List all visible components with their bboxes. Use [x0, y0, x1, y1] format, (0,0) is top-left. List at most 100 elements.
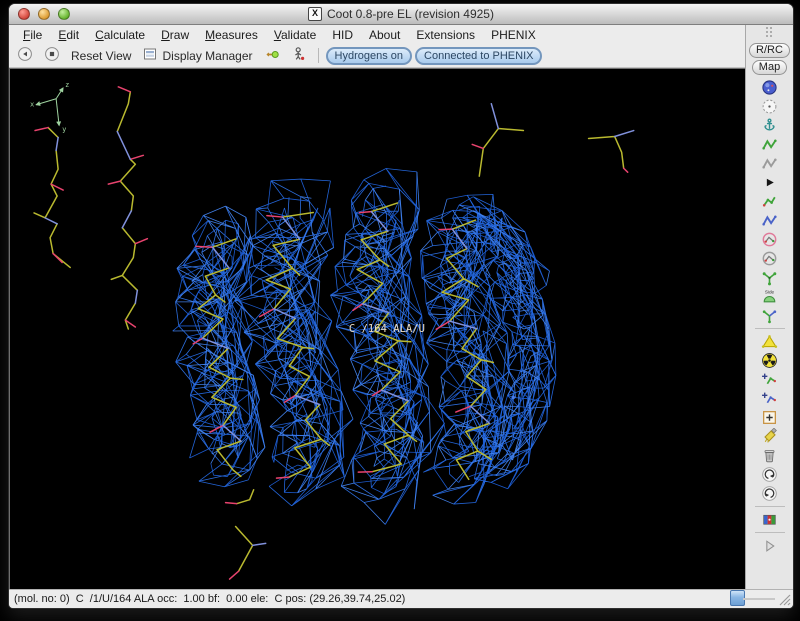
- window-controls: [18, 8, 70, 20]
- menu-item-extensions[interactable]: Extensions: [408, 26, 483, 44]
- stop-circle-icon: [44, 46, 60, 65]
- status-text: (mol. no: 0) C /1/U/164 ALA occ: 1.00 bf…: [14, 593, 405, 605]
- post-manipulation-sphere-icon: [761, 79, 778, 96]
- go-to-ligand-button[interactable]: [260, 45, 284, 66]
- back-view-button[interactable]: [13, 45, 37, 66]
- validation-figure-button[interactable]: [287, 45, 311, 66]
- redo-icon: [761, 485, 778, 502]
- mutate-and-autofit-icon: [761, 352, 778, 369]
- coot-window: X Coot 0.8-pre EL (revision 4925) FileEd…: [8, 3, 794, 609]
- menu-item-edit[interactable]: Edit: [50, 26, 87, 44]
- clean-brush-button[interactable]: [758, 427, 782, 446]
- 3d-viewport[interactable]: x y z C /164 ALA/U: [10, 69, 745, 589]
- panel-drag-handle-icon[interactable]: [766, 27, 774, 41]
- menu-item-validate[interactable]: Validate: [266, 26, 325, 44]
- menu-item-measures[interactable]: Measures: [197, 26, 266, 44]
- menu-item-file[interactable]: File: [15, 26, 50, 44]
- tool-strip-separator: [755, 532, 785, 533]
- regularize-zone-button[interactable]: [758, 154, 782, 173]
- phenix-connection-button[interactable]: Connected to PHENIX: [415, 47, 542, 65]
- delete-item-button[interactable]: [758, 446, 782, 465]
- rotate-translate-zone-icon: [761, 212, 778, 229]
- tool-strip-separator: [755, 506, 785, 507]
- run-refmac-icon: [761, 511, 778, 528]
- auto-fit-rotamer-icon: [761, 231, 778, 248]
- menu-item-hid[interactable]: HID: [324, 26, 361, 44]
- menu-bar: FileEditCalculateDrawMeasuresValidateHID…: [9, 25, 745, 44]
- menu-item-phenix[interactable]: PHENIX: [483, 26, 544, 44]
- mutate-and-autofit-button[interactable]: [758, 351, 782, 370]
- map-radius-target-icon: [761, 98, 778, 115]
- reset-view-label: Reset View: [71, 49, 131, 63]
- menu-item-about[interactable]: About: [361, 26, 408, 44]
- title-bar[interactable]: X Coot 0.8-pre EL (revision 4925): [9, 4, 793, 25]
- rigid-body-fit-zone-button[interactable]: [758, 192, 782, 211]
- edit-chi-angles-button[interactable]: [758, 268, 782, 287]
- add-terminal-residue-icon: [761, 371, 778, 388]
- display-manager-icon: [142, 46, 158, 65]
- place-atom-at-pointer-button[interactable]: [758, 408, 782, 427]
- redo-button[interactable]: [758, 484, 782, 503]
- auto-fit-rotamer-button[interactable]: [758, 230, 782, 249]
- run-refmac-button[interactable]: [758, 510, 782, 529]
- close-window-button[interactable]: [18, 8, 30, 20]
- flip-peptide-icon: [761, 307, 778, 324]
- real-space-refine-zone-icon: [761, 136, 778, 153]
- side-chain-flip-180-button[interactable]: Side: [758, 287, 782, 306]
- zoom-window-button[interactable]: [58, 8, 70, 20]
- arrow-ball-icon: [264, 46, 280, 65]
- undo-button[interactable]: [758, 465, 782, 484]
- atom-label: C /164 ALA/U: [349, 323, 425, 335]
- real-space-refine-zone-button[interactable]: [758, 135, 782, 154]
- window-title-text: Coot 0.8-pre EL (revision 4925): [327, 7, 494, 21]
- post-manipulation-sphere-button[interactable]: [758, 78, 782, 97]
- status-bar: (mol. no: 0) C /1/U/164 ALA occ: 1.00 bf…: [9, 589, 793, 608]
- menu-item-draw[interactable]: Draw: [153, 26, 197, 44]
- svg-text:x: x: [30, 101, 34, 109]
- fixed-atoms-pointer-button[interactable]: [758, 173, 782, 192]
- rotate-translate-zone-button[interactable]: [758, 211, 782, 230]
- side-chain-flip-180-icon: Side: [761, 288, 778, 305]
- rigid-body-fit-zone-icon: [761, 193, 778, 210]
- jiggle-fit-icon: [761, 333, 778, 350]
- fixed-atoms-pointer-icon: [761, 174, 778, 191]
- model-tool-strip: Side: [755, 78, 785, 555]
- svg-text:y: y: [62, 126, 66, 134]
- map-radius-target-button[interactable]: [758, 97, 782, 116]
- reset-view-button[interactable]: Reset View: [67, 48, 135, 64]
- back-circle-icon: [17, 46, 33, 65]
- rotamer-chooser-button[interactable]: [758, 249, 782, 268]
- svg-text:z: z: [65, 81, 69, 89]
- hydrogens-toggle-button[interactable]: Hydrogens on: [326, 47, 413, 65]
- anchor-atoms-icon: [761, 117, 778, 134]
- undo-icon: [761, 466, 778, 483]
- rrc-mode-button[interactable]: R/RC: [749, 43, 790, 58]
- person-icon: [291, 46, 307, 65]
- run-script-play-icon: [761, 537, 778, 554]
- minimize-window-button[interactable]: [38, 8, 50, 20]
- resize-grip[interactable]: [777, 592, 792, 607]
- menu-item-calculate[interactable]: Calculate: [87, 26, 153, 44]
- display-manager-button[interactable]: Display Manager: [138, 45, 256, 66]
- map-mode-button[interactable]: Map: [752, 60, 787, 75]
- tool-strip-separator: [755, 328, 785, 329]
- edit-chi-angles-icon: [761, 269, 778, 286]
- jiggle-fit-button[interactable]: [758, 332, 782, 351]
- add-alt-conf-button[interactable]: [758, 389, 782, 408]
- x11-app-icon: X: [308, 7, 322, 21]
- display-manager-label: Display Manager: [162, 49, 252, 63]
- gl-canvas-container: x y z C /164 ALA/U: [9, 68, 745, 589]
- clean-brush-icon: [761, 428, 778, 445]
- place-atom-at-pointer-icon: [761, 409, 778, 426]
- right-tool-panel: R/RC Map Side: [745, 25, 793, 589]
- status-slider-track: [743, 598, 775, 600]
- flip-peptide-button[interactable]: [758, 306, 782, 325]
- toolbar-separator: [318, 48, 319, 63]
- run-script-play-button[interactable]: [758, 536, 782, 555]
- anchor-atoms-button[interactable]: [758, 116, 782, 135]
- main-toolbar: Reset View Display Manager Hydrogens on …: [9, 44, 745, 68]
- window-title: X Coot 0.8-pre EL (revision 4925): [308, 7, 494, 21]
- regularize-zone-icon: [761, 155, 778, 172]
- add-terminal-residue-button[interactable]: [758, 370, 782, 389]
- stop-view-button[interactable]: [40, 45, 64, 66]
